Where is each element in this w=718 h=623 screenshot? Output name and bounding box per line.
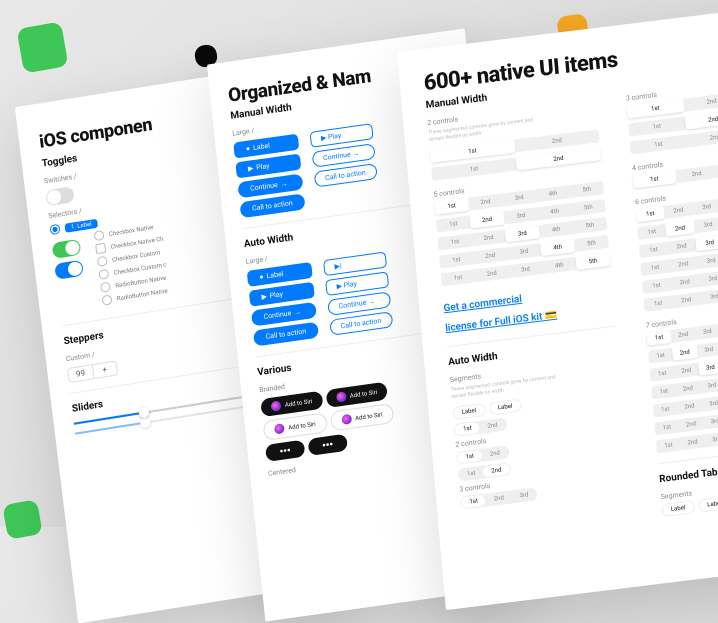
panel-native-ui-items: 600+ native UI items Manual Width M ó s …: [397, 0, 718, 610]
button-cta-auto[interactable]: Call to action: [253, 322, 319, 347]
siri-icon: [335, 391, 346, 402]
seg-auto-2ctrl[interactable]: 1st2nd: [454, 418, 507, 437]
radio-icon: [100, 281, 111, 292]
pill-dark-2[interactable]: ●●●: [307, 434, 347, 456]
switch-on-blue[interactable]: [54, 260, 84, 280]
checkbox-icon: [95, 243, 106, 254]
radio-icon: [101, 294, 112, 305]
rounded-tab-2[interactable]: Label: [698, 496, 718, 513]
seg-auto-2c-a[interactable]: 1st2nd: [456, 445, 509, 464]
rounded-tab-1[interactable]: Label: [661, 500, 694, 517]
radio-icon: [98, 269, 109, 280]
seg-auto-2c-b[interactable]: 1st2nd: [458, 462, 511, 481]
radio-on-icon: [49, 224, 60, 235]
siri-icon: [341, 414, 352, 425]
stepper-plus-icon: +: [92, 361, 117, 378]
commercial-license-link[interactable]: Get a commerciallicense for Full iOS kit…: [443, 294, 558, 334]
button-cta-outline-auto[interactable]: Call to action: [329, 311, 393, 336]
siri-icon: [271, 400, 282, 411]
button-cta-filled[interactable]: Call to action: [239, 193, 305, 218]
seg-auto-2[interactable]: Label: [488, 399, 521, 416]
stepper-control[interactable]: 99+: [67, 360, 118, 383]
decor-square-green-bottom: [2, 499, 43, 540]
button-cta-outline[interactable]: Call to action: [313, 163, 377, 188]
radio-icon: [97, 256, 108, 267]
radio-off-icon: [94, 230, 105, 241]
decor-square-green: [16, 21, 68, 73]
switch-on-green[interactable]: [52, 239, 82, 259]
pill-dark-1[interactable]: ●●●: [265, 440, 305, 462]
siri-icon: [274, 423, 285, 434]
seg-auto-1[interactable]: Label: [452, 403, 485, 420]
switch-off[interactable]: [45, 186, 75, 206]
